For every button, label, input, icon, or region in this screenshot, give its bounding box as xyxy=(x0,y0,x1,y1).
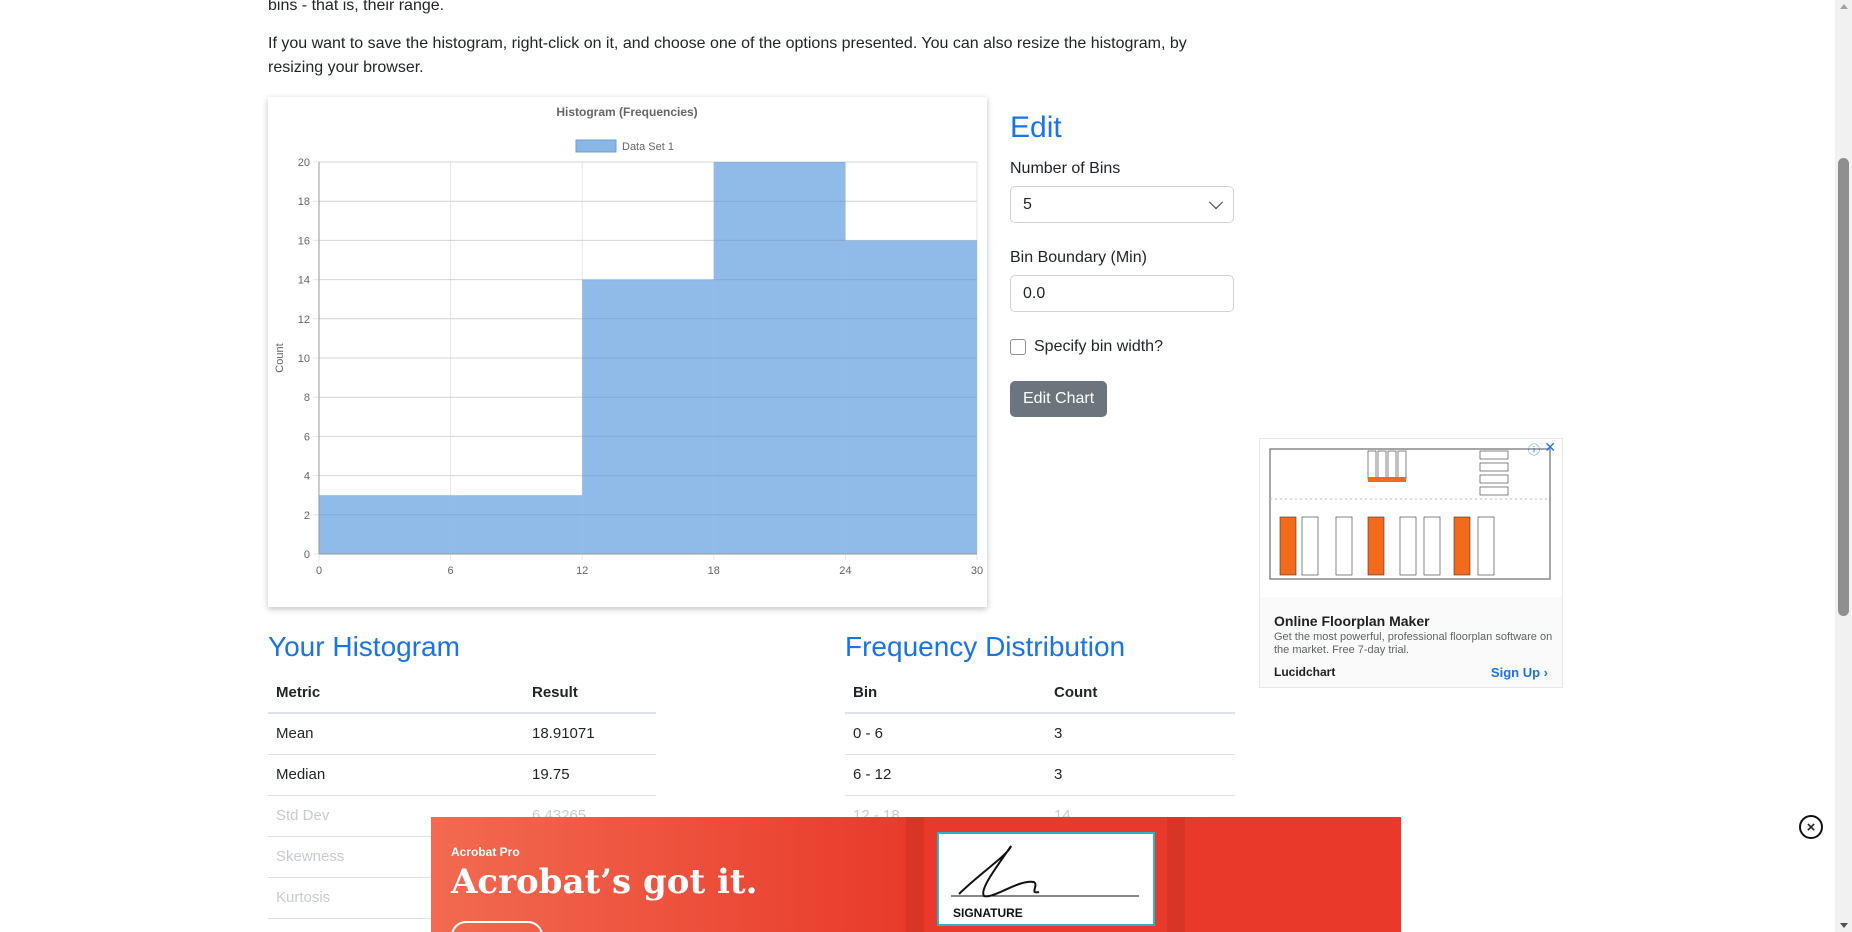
close-ad-icon[interactable]: × xyxy=(1799,815,1823,839)
y-tick-label: 18 xyxy=(298,196,310,208)
y-tick-label: 0 xyxy=(304,549,310,561)
scroll-down-arrow-icon[interactable] xyxy=(1840,923,1848,928)
legend-label: Data Set 1 xyxy=(622,141,674,153)
histogram-bar xyxy=(319,495,451,554)
histogram-svg: Histogram (Frequencies)Data Set 10246810… xyxy=(274,105,983,577)
ad-close-icon[interactable]: ✕ xyxy=(1544,439,1556,456)
bin-cell: 6 - 12 xyxy=(845,754,1046,796)
y-tick-label: 20 xyxy=(298,157,310,169)
bin-boundary-input[interactable]: 0.0 xyxy=(1010,275,1234,312)
result-cell: 18.91071 xyxy=(524,713,656,755)
table-row: 6 - 12 3 xyxy=(845,754,1235,796)
ad-cta-label: Sign Up xyxy=(1490,665,1541,680)
histogram-bar xyxy=(450,495,583,554)
ad-sign-up-button[interactable]: Sign Up › xyxy=(1491,665,1548,680)
banner-headline: Acrobat’s got it. xyxy=(451,862,758,902)
specify-width-checkbox[interactable] xyxy=(1010,339,1026,355)
banner-brand: Acrobat Pro xyxy=(451,845,520,859)
x-tick-label: 0 xyxy=(316,565,322,577)
signature-scribble-icon xyxy=(951,845,1139,898)
x-tick-label: 12 xyxy=(576,565,588,577)
bin-boundary-value: 0.0 xyxy=(1023,284,1046,302)
table-row: Median 19.75 xyxy=(268,754,656,796)
histogram-bar xyxy=(582,279,714,554)
floorplan-illustration xyxy=(1269,448,1551,580)
x-tick-label: 6 xyxy=(448,565,454,577)
result-cell: 19.75 xyxy=(524,754,656,796)
edit-panel: Edit Number of Bins 5 Bin Boundary (Min)… xyxy=(1010,110,1235,417)
ad-title: Online Floorplan Maker xyxy=(1274,613,1430,629)
y-tick-label: 2 xyxy=(304,510,310,522)
y-tick-label: 14 xyxy=(298,275,310,287)
y-tick-label: 4 xyxy=(304,471,310,483)
chevron-down-icon xyxy=(1208,194,1224,209)
floorplan-ad[interactable]: ⓘ ✕ Online Floorplan Maker Get the most … xyxy=(1259,438,1563,688)
number-of-bins-select[interactable]: 5 xyxy=(1010,186,1234,223)
banner-divider xyxy=(1167,817,1185,932)
y-axis-label: Count xyxy=(274,343,286,372)
chart-title: Histogram (Frequencies) xyxy=(556,105,697,119)
count-header: Count xyxy=(1046,673,1235,714)
scrollbar[interactable] xyxy=(1835,0,1852,932)
table-row: 0 - 63 xyxy=(845,713,1235,755)
acrobat-banner-ad[interactable]: Acrobat Pro Acrobat’s got it. SIGNATURE xyxy=(431,817,1401,932)
bins-selected-value: 5 xyxy=(1023,195,1032,213)
frequency-distribution-title: Frequency Distribution xyxy=(845,631,1126,662)
bins-label: Number of Bins xyxy=(1010,160,1121,177)
result-header: Result xyxy=(524,673,656,714)
frequency-table: Bin Count 0 - 63 6 - 12 3 12 - 18 14 xyxy=(845,673,1235,837)
x-tick-label: 18 xyxy=(708,565,720,577)
y-tick-label: 8 xyxy=(304,392,310,404)
chevron-right-icon: › xyxy=(1543,665,1548,680)
x-tick-label: 24 xyxy=(839,565,851,577)
metric-header: Metric xyxy=(268,673,524,714)
banner-cta-button[interactable] xyxy=(451,921,543,932)
table-row: Mean 18.91071 xyxy=(268,713,656,755)
metric-cell: Mean xyxy=(268,713,524,755)
specify-width-label: Specify bin width? xyxy=(1034,338,1163,355)
y-tick-label: 6 xyxy=(304,431,310,443)
legend-swatch xyxy=(575,139,617,153)
banner-divider xyxy=(906,817,924,932)
intro-text-1: bins - that is, their range. xyxy=(268,0,445,14)
edit-title: Edit xyxy=(1010,111,1062,144)
bin-cell: 0 - 6 xyxy=(845,713,1046,755)
your-histogram-title: Your Histogram xyxy=(268,631,460,662)
floorplan-ad-image xyxy=(1260,439,1562,597)
ad-info-icon[interactable]: ⓘ xyxy=(1528,441,1540,458)
histogram-chart[interactable]: Histogram (Frequencies) Data Set 1 0 2 4 6 8 10… xyxy=(268,97,987,607)
y-tick-label: 16 xyxy=(298,235,310,247)
specify-width-row[interactable]: Specify bin width? xyxy=(1010,338,1235,356)
x-tick-label: 30 xyxy=(971,565,983,577)
count-cell: 3 xyxy=(1046,754,1235,796)
signature-label: SIGNATURE xyxy=(953,906,1023,920)
ad-description: Get the most powerful, professional floo… xyxy=(1274,631,1553,656)
scroll-up-arrow-icon[interactable] xyxy=(1840,4,1848,9)
bin-header: Bin xyxy=(845,673,1046,714)
y-tick-label: 12 xyxy=(298,314,310,326)
metric-cell: Median xyxy=(268,754,524,796)
ad-brand: Lucidchart xyxy=(1274,665,1336,679)
scrollbar-thumb[interactable] xyxy=(1838,158,1849,616)
signature-box: SIGNATURE xyxy=(937,832,1155,926)
edit-chart-button[interactable]: Edit Chart xyxy=(1010,381,1108,417)
y-tick-label: 10 xyxy=(298,353,310,365)
intro-text-2: If you want to save the histogram, right… xyxy=(268,35,1187,76)
boundary-label: Bin Boundary (Min) xyxy=(1010,249,1147,266)
count-cell: 3 xyxy=(1046,713,1235,755)
